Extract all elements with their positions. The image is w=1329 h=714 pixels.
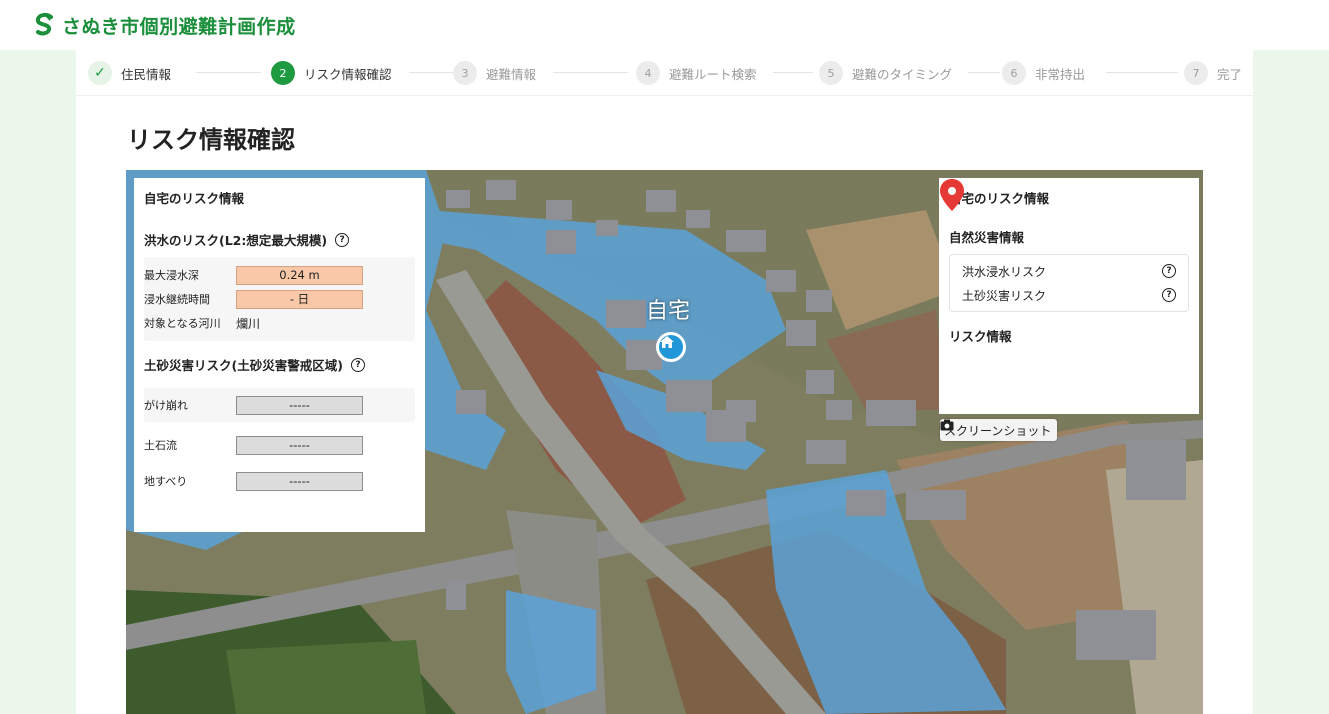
landslide-label: 地すべり [144, 475, 188, 488]
step-risk-check[interactable]: 2 リスク情報確認 [271, 61, 392, 85]
panel-title: 自宅のリスク情報 [144, 191, 245, 206]
layer-landslide: 土砂災害リスク ? [945, 179, 1188, 307]
max-depth-value: 0.24 m [236, 265, 363, 285]
panel-title: 自宅のリスク情報 [949, 191, 1050, 206]
step-label: 避難ルート検索 [669, 66, 757, 82]
cliff-collapse-value: ----- [236, 395, 363, 415]
cliff-collapse-group: がけ崩れ ----- [144, 388, 415, 422]
step-connector [1106, 72, 1178, 73]
cliff-collapse-row: がけ崩れ ----- [144, 394, 415, 416]
screenshot-button[interactable]: スクリーンショット [940, 419, 1058, 441]
home-risk-panel: 自宅のリスク情報 洪水のリスク(L2:想定最大規模) ? 最大浸水深 0.24 … [134, 178, 425, 532]
step-connector [968, 72, 1000, 73]
landslide-row: 地すべり ----- [144, 470, 415, 492]
location-pin-icon[interactable] [939, 178, 965, 212]
flood-risk-group: 最大浸水深 0.24 m 浸水継続時間 - 日 対象となる河川 爛川 [144, 257, 415, 341]
help-icon[interactable]: ? [335, 232, 350, 247]
step-label: 完了 [1217, 66, 1243, 82]
step-number: 2 [271, 61, 295, 85]
home-label: 自宅 [646, 299, 691, 324]
landslide-value: ----- [236, 471, 363, 491]
main-content: ✓ 住民情報 2 リスク情報確認 3 避難情報 4 避難ルート検索 5 避難のタ… [76, 50, 1253, 714]
screenshot-label: スクリーンショット [944, 423, 1052, 438]
step-label: 避難のタイミング [852, 66, 953, 82]
city-logo-icon [35, 12, 53, 36]
check-icon: ✓ [88, 61, 112, 85]
step-label: 避難情報 [486, 66, 537, 82]
help-icon[interactable]: ? [1162, 288, 1176, 302]
step-connector [773, 72, 813, 73]
max-depth-label: 最大浸水深 [144, 269, 199, 282]
layer-panel: 自宅のリスク情報 自然災害情報 洪水浸水リスク ? 土砂災害リスク ? リスク情… [939, 178, 1199, 414]
step-label: 非常持出 [1035, 66, 1086, 82]
step-connector [409, 72, 454, 73]
layer-label: 土砂災害リスク [962, 288, 1047, 303]
layer-list: 洪水浸水リスク ? 土砂災害リスク ? [945, 179, 1189, 312]
natural-disaster-heading: 自然災害情報 [949, 230, 1025, 245]
step-number: 5 [819, 61, 843, 85]
step-connector [553, 72, 628, 73]
step-connector [196, 72, 261, 73]
step-number: 7 [1184, 61, 1208, 85]
page-title: リスク情報確認 [127, 126, 295, 154]
step-complete[interactable]: 7 完了 [1184, 61, 1242, 85]
risk-map[interactable]: 自宅 自宅のリスク情報 洪水のリスク(L2:想定最大規模) ? 最大浸水深 0.… [126, 170, 1203, 714]
step-resident-info[interactable]: ✓ 住民情報 [88, 61, 171, 85]
layer-flood: 洪水浸水リスク ? [945, 179, 1188, 283]
step-number: 3 [453, 61, 477, 85]
max-depth-row: 最大浸水深 0.24 m [144, 263, 415, 287]
step-evacuation-timing[interactable]: 5 避難のタイミング [819, 61, 952, 85]
flood-duration-row: 浸水継続時間 - 日 [144, 287, 415, 311]
river-value: 爛川 [236, 316, 261, 331]
home-marker-icon[interactable] [656, 332, 686, 362]
layer-label: 洪水浸水リスク [962, 264, 1047, 279]
step-route-search[interactable]: 4 避難ルート検索 [636, 61, 757, 85]
help-icon[interactable]: ? [350, 357, 365, 372]
landslide-risk-title: 土砂災害リスク(土砂災害警戒区域) [144, 358, 343, 373]
step-emergency-supplies[interactable]: 6 非常持出 [1002, 61, 1085, 85]
river-label: 対象となる河川 [144, 317, 221, 330]
step-evacuation-info[interactable]: 3 避難情報 [453, 61, 536, 85]
camera-icon [940, 419, 954, 431]
flood-risk-heading: 洪水のリスク(L2:想定最大規模) ? [144, 230, 415, 249]
step-label: リスク情報確認 [304, 66, 392, 82]
debris-flow-row: 土石流 ----- [144, 434, 415, 456]
help-icon[interactable]: ? [1162, 264, 1176, 278]
app-title[interactable]: さぬき市個別避難計画作成 [62, 12, 296, 39]
progress-stepper: ✓ 住民情報 2 リスク情報確認 3 避難情報 4 避難ルート検索 5 避難のタ… [76, 50, 1253, 96]
flood-duration-label: 浸水継続時間 [144, 293, 210, 306]
flood-duration-value: - 日 [236, 289, 363, 309]
landslide-risk-heading: 土砂災害リスク(土砂災害警戒区域) ? [144, 355, 415, 374]
debris-flow-value: ----- [236, 435, 363, 455]
flood-risk-title: 洪水のリスク(L2:想定最大規模) [144, 233, 328, 248]
risk-info-heading: リスク情報 [949, 329, 1012, 344]
step-number: 4 [636, 61, 660, 85]
step-number: 6 [1002, 61, 1026, 85]
step-label: 住民情報 [121, 66, 172, 82]
river-row: 対象となる河川 爛川 [144, 311, 415, 335]
app-header: さぬき市個別避難計画作成 [0, 0, 1329, 50]
cliff-collapse-label: がけ崩れ [144, 399, 188, 412]
house-icon [660, 336, 674, 348]
debris-flow-label: 土石流 [144, 439, 177, 452]
